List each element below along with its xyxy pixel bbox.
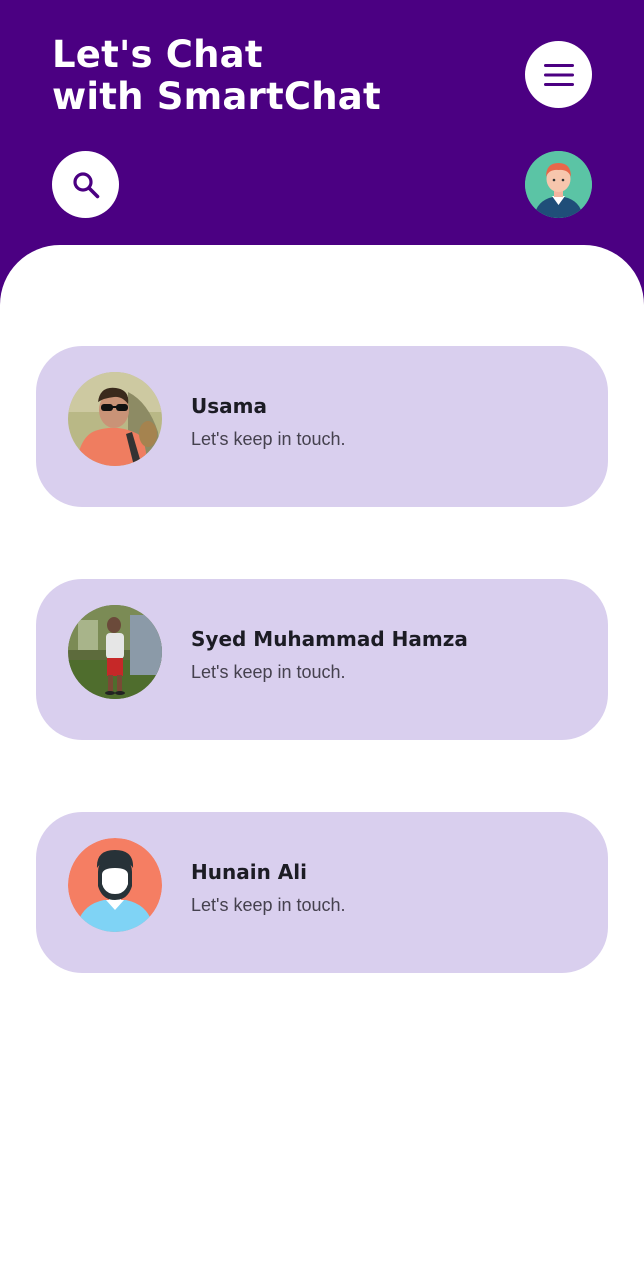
- search-button[interactable]: [52, 151, 119, 218]
- contact-name: Hunain Ali: [191, 860, 307, 884]
- page-title: Let's Chat with SmartChat: [52, 34, 381, 118]
- app-screen: Let's Chat with SmartChat Usama Let's ke…: [0, 0, 644, 1280]
- hamburger-menu-icon: [543, 63, 574, 86]
- profile-avatar[interactable]: [525, 151, 592, 218]
- contact-name: Usama: [191, 394, 267, 418]
- title-line-2: with SmartChat: [52, 75, 381, 118]
- user-photo-icon: [68, 372, 162, 466]
- title-line-1: Let's Chat: [52, 33, 263, 76]
- last-message: Let's keep in touch.: [191, 429, 346, 449]
- last-message: Let's keep in touch.: [191, 662, 346, 682]
- chat-list-panel: Usama Let's keep in touch. Syed Muhammad…: [0, 245, 644, 1280]
- menu-button[interactable]: [525, 41, 592, 108]
- avatar-icon: [525, 151, 592, 218]
- last-message: Let's keep in touch.: [191, 895, 346, 915]
- chat-card-usama[interactable]: Usama Let's keep in touch.: [36, 346, 608, 507]
- avatar: [68, 838, 162, 932]
- user-avatar-icon: [68, 838, 162, 932]
- search-icon: [72, 171, 99, 198]
- avatar: [68, 372, 162, 466]
- contact-name: Syed Muhammad Hamza: [191, 627, 468, 651]
- user-photo-icon: [68, 605, 162, 699]
- chat-card-syed-muhammad-hamza[interactable]: Syed Muhammad Hamza Let's keep in touch.: [36, 579, 608, 740]
- chat-card-hunain-ali[interactable]: Hunain Ali Let's keep in touch.: [36, 812, 608, 973]
- avatar: [68, 605, 162, 699]
